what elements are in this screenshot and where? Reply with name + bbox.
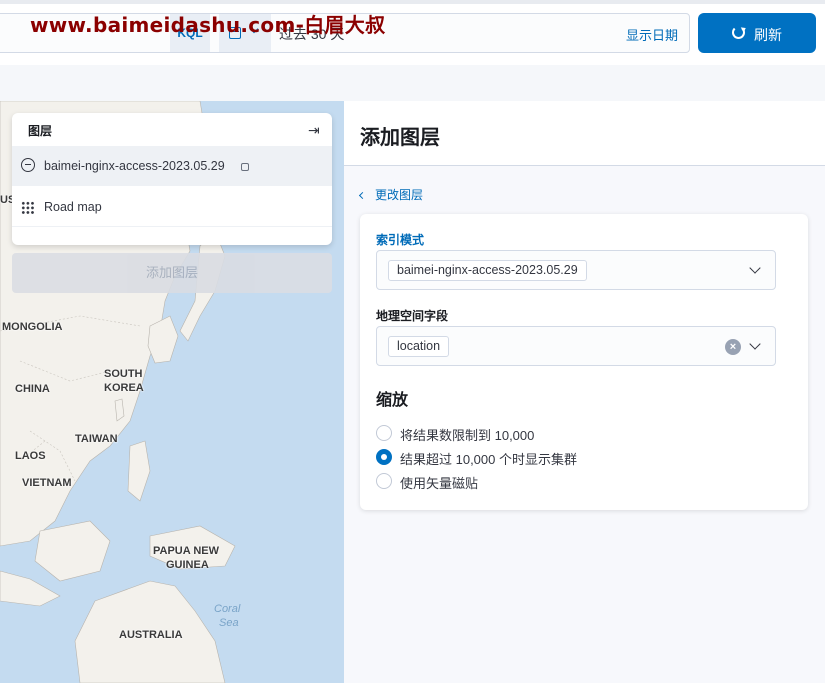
- map-label-png-2: GUINEA: [166, 559, 209, 571]
- chevron-left-icon: [358, 191, 367, 200]
- index-pattern-value: baimei-nginx-access-2023.05.29: [388, 260, 587, 281]
- flyout-header: 添加图层: [344, 101, 825, 166]
- chevron-down-icon[interactable]: [749, 338, 761, 350]
- index-pattern-label: 索引模式: [376, 233, 425, 247]
- radio-button[interactable]: [376, 425, 392, 441]
- layer-settings-card: 索引模式 baimei-nginx-access-2023.05.29 地理空间…: [360, 214, 808, 510]
- clear-icon[interactable]: ×: [725, 339, 741, 355]
- refresh-button-label: 刷新: [754, 27, 782, 43]
- radio-button[interactable]: [376, 449, 392, 465]
- watermark: www.baimeidashu.com-白眉大叔: [30, 13, 386, 37]
- add-layer-button[interactable]: 添加图层: [12, 253, 332, 293]
- map-label-china: CHINA: [15, 383, 50, 395]
- collapse-panel-icon[interactable]: ⇥: [308, 122, 320, 139]
- map-label-australia: AUSTRALIA: [119, 629, 183, 641]
- add-layer-flyout: 添加图层 更改图层 索引模式 baimei-nginx-access-2023.…: [344, 101, 825, 683]
- map-label-coral-sea-2: Sea: [219, 617, 239, 629]
- query-bar: KQL 过去 30 天 显示日期 刷新 www.baimeidashu.com-…: [0, 0, 825, 65]
- scaling-title: 缩放: [376, 392, 409, 409]
- show-dates-link[interactable]: 显示日期: [626, 25, 678, 44]
- map-label-coral-sea-1: Coral: [214, 603, 241, 615]
- radio-label: 使用矢量磁贴: [400, 476, 479, 491]
- layer-item-label: Road map: [44, 200, 102, 214]
- geo-field-value: location: [388, 336, 450, 357]
- flyout-title: 添加图层: [360, 127, 440, 149]
- map-label-taiwan: TAIWAN: [75, 433, 118, 445]
- geo-field-label: 地理空间字段: [376, 309, 449, 323]
- layer-item[interactable]: Road map: [12, 187, 332, 227]
- index-pattern-select[interactable]: baimei-nginx-access-2023.05.29: [376, 250, 776, 290]
- map-label-laos: LAOS: [15, 450, 46, 462]
- layer-item[interactable]: baimei-nginx-access-2023.05.29: [12, 146, 332, 186]
- radio-label: 结果超过 10,000 个时显示集群: [400, 452, 577, 467]
- top-divider: [0, 0, 825, 4]
- map-label-south-korea-1: SOUTH: [104, 368, 143, 380]
- layer-status-icon: [241, 163, 249, 171]
- map-label-vietnam: VIETNAM: [22, 477, 72, 489]
- layers-panel: 图层 ⇥ baimei-nginx-access-2023.05.29 Road…: [12, 113, 332, 245]
- minus-circle-icon: [21, 158, 35, 172]
- layers-panel-title: 图层: [28, 124, 53, 138]
- map-label-south-korea-2: KOREA: [104, 382, 144, 394]
- change-layer-link[interactable]: 更改图层: [358, 186, 424, 203]
- change-layer-label: 更改图层: [375, 188, 424, 202]
- map-label-mongolia: MONGOLIA: [2, 321, 63, 333]
- layer-item-label: baimei-nginx-access-2023.05.29: [44, 159, 225, 173]
- chevron-down-icon[interactable]: [749, 262, 761, 274]
- refresh-button[interactable]: 刷新: [698, 13, 816, 53]
- radio-button[interactable]: [376, 473, 392, 489]
- geo-field-select[interactable]: location ×: [376, 326, 776, 366]
- map-label-png-1: PAPUA NEW: [153, 545, 219, 557]
- radio-label: 将结果数限制到 10,000: [400, 428, 535, 443]
- grid-icon: [21, 201, 35, 215]
- refresh-icon: [732, 26, 745, 39]
